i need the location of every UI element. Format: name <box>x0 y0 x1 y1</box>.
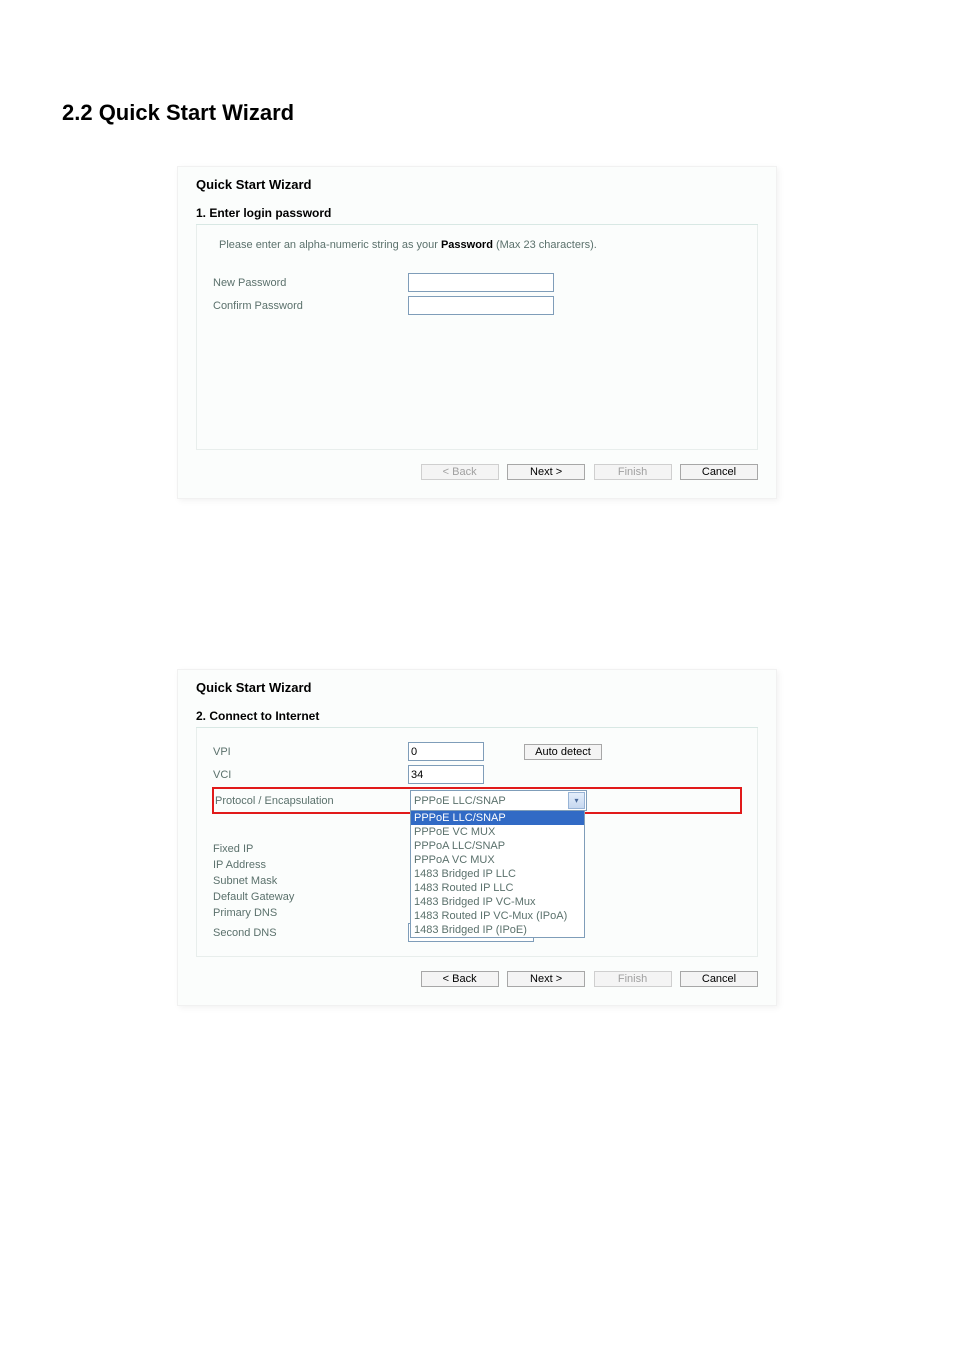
protocol-selected-value: PPPoE LLC/SNAP <box>411 795 506 807</box>
hint-bold: Password <box>441 239 493 251</box>
next-button[interactable]: Next > <box>507 971 585 987</box>
finish-button: Finish <box>594 971 672 987</box>
ip-address-label: IP Address <box>213 859 408 871</box>
spacer <box>60 559 894 639</box>
second-dns-label: Second DNS <box>213 927 408 939</box>
new-password-label: New Password <box>213 277 408 289</box>
protocol-option[interactable]: 1483 Bridged IP VC-Mux <box>411 895 584 909</box>
protocol-option[interactable]: PPPoE LLC/SNAP <box>411 811 584 825</box>
cancel-button[interactable]: Cancel <box>680 464 758 480</box>
next-button[interactable]: Next > <box>507 464 585 480</box>
subnet-mask-label: Subnet Mask <box>213 875 408 887</box>
password-hint: Please enter an alpha-numeric string as … <box>219 239 741 251</box>
protocol-option[interactable]: PPPoA VC MUX <box>411 853 584 867</box>
step2-box: VPI Auto detect VCI Protocol / Encapsula… <box>196 728 758 957</box>
auto-detect-button[interactable]: Auto detect <box>524 744 602 760</box>
protocol-select[interactable]: PPPoE LLC/SNAP ▾ PPPoE LLC/SNAP PPPoE VC… <box>410 790 587 811</box>
step2-buttons: < Back Next > Finish Cancel <box>196 969 758 987</box>
step1-title: 1. Enter login password <box>196 206 758 220</box>
finish-button: Finish <box>594 464 672 480</box>
protocol-dropdown-list[interactable]: PPPoE LLC/SNAP PPPoE VC MUX PPPoA LLC/SN… <box>410 810 585 938</box>
chevron-down-icon: ▾ <box>568 792 585 809</box>
protocol-option[interactable]: 1483 Bridged IP LLC <box>411 867 584 881</box>
step2-title: 2. Connect to Internet <box>196 709 758 723</box>
quick-start-wizard-step2: Quick Start Wizard 2. Connect to Interne… <box>177 669 777 1006</box>
confirm-password-label: Confirm Password <box>213 300 408 312</box>
quick-start-wizard-step1: Quick Start Wizard 1. Enter login passwo… <box>177 166 777 499</box>
confirm-password-field[interactable] <box>408 296 554 315</box>
wizard-title: Quick Start Wizard <box>196 680 758 695</box>
new-password-field[interactable] <box>408 273 554 292</box>
protocol-option[interactable]: 1483 Bridged IP (IPoE) <box>411 923 584 937</box>
wizard-title: Quick Start Wizard <box>196 177 758 192</box>
primary-dns-label: Primary DNS <box>213 907 408 919</box>
vpi-label: VPI <box>213 746 408 758</box>
spacer <box>213 319 741 439</box>
vpi-field[interactable] <box>408 742 484 761</box>
step1-box: Please enter an alpha-numeric string as … <box>196 225 758 450</box>
hint-post: (Max 23 characters). <box>493 239 597 251</box>
vci-field[interactable] <box>408 765 484 784</box>
protocol-label: Protocol / Encapsulation <box>213 795 410 807</box>
fixed-ip-label: Fixed IP <box>213 843 408 855</box>
section-heading: 2.2 Quick Start Wizard <box>62 100 894 126</box>
back-button[interactable]: < Back <box>421 971 499 987</box>
default-gateway-label: Default Gateway <box>213 891 408 903</box>
protocol-option[interactable]: 1483 Routed IP VC-Mux (IPoA) <box>411 909 584 923</box>
protocol-option[interactable]: PPPoA LLC/SNAP <box>411 839 584 853</box>
vci-label: VCI <box>213 769 408 781</box>
protocol-option[interactable]: 1483 Routed IP LLC <box>411 881 584 895</box>
cancel-button[interactable]: Cancel <box>680 971 758 987</box>
hint-pre: Please enter an alpha-numeric string as … <box>219 239 441 251</box>
step1-buttons: < Back Next > Finish Cancel <box>196 462 758 480</box>
protocol-option[interactable]: PPPoE VC MUX <box>411 825 584 839</box>
back-button: < Back <box>421 464 499 480</box>
